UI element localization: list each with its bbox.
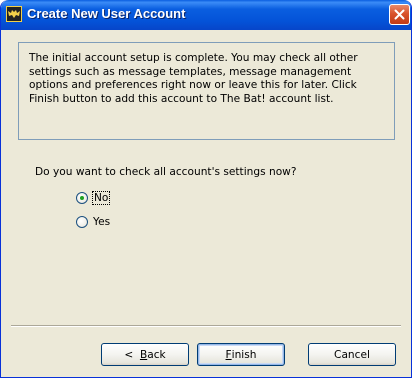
back-prefix: <: [124, 348, 140, 361]
radio-no-label[interactable]: No: [91, 191, 111, 205]
radio-no-circle[interactable]: [76, 192, 88, 204]
bat-app-icon: [6, 6, 22, 22]
back-button[interactable]: < Back: [101, 343, 189, 366]
radio-yes-circle[interactable]: [76, 216, 88, 228]
close-button[interactable]: [389, 4, 410, 25]
info-text: The initial account setup is complete. Y…: [29, 52, 358, 105]
finish-button[interactable]: Finish: [197, 343, 285, 366]
window-title: Create New User Account: [27, 6, 186, 21]
radio-yes[interactable]: Yes: [76, 214, 110, 230]
cancel-button[interactable]: Cancel: [308, 343, 396, 366]
title-bar[interactable]: Create New User Account: [1, 0, 411, 30]
radio-no[interactable]: No: [76, 190, 111, 206]
back-mnemonic: B: [139, 348, 148, 361]
dialog-window: Create New User Account The initial acco…: [0, 0, 412, 378]
close-icon: [394, 9, 405, 20]
cancel-label: Cancel: [334, 348, 370, 361]
back-rest: ack: [147, 348, 166, 361]
finish-rest: inish: [231, 348, 257, 361]
radio-yes-label[interactable]: Yes: [93, 216, 110, 228]
footer-divider: [11, 325, 401, 327]
info-panel: The initial account setup is complete. Y…: [18, 42, 395, 140]
question-label: Do you want to check all account's setti…: [35, 166, 297, 178]
